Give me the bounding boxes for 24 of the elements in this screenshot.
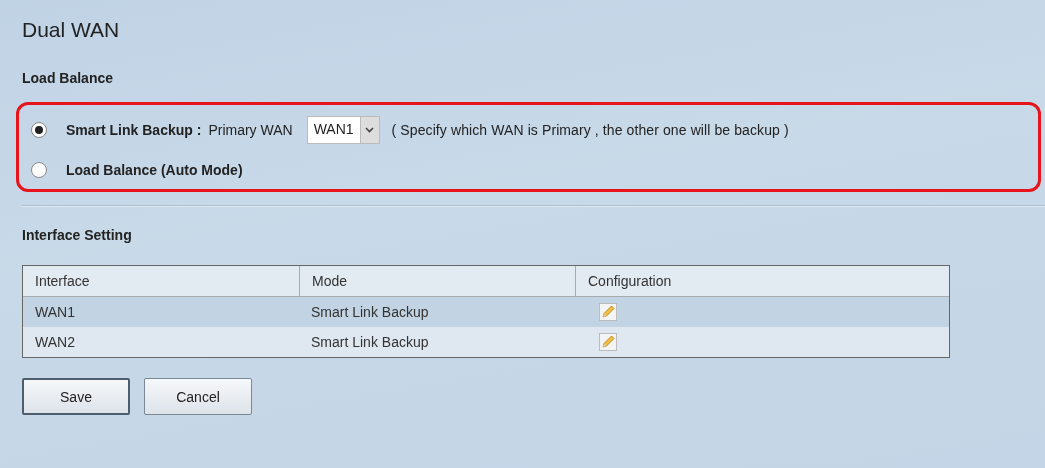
primary-wan-select[interactable]: WAN1 <box>306 116 380 144</box>
action-button[interactable]: Cancel <box>144 378 252 415</box>
table-row[interactable]: WAN2 Smart Link Backup <box>23 327 949 357</box>
field-label: Primary WAN <box>208 122 293 138</box>
chevron-down-icon <box>365 127 375 133</box>
option-label: Smart Link Backup : <box>66 122 202 138</box>
table-cell-text: Smart Link Backup <box>310 304 430 320</box>
page-title: Dual WAN <box>22 18 121 43</box>
table-cell-text: WAN2 <box>34 334 76 350</box>
table-cell-text: WAN1 <box>34 304 76 320</box>
radio-button[interactable] <box>31 122 47 138</box>
edit-icon[interactable] <box>599 303 617 321</box>
section-heading: Load Balance <box>22 70 115 88</box>
edit-icon[interactable] <box>599 333 617 351</box>
column-header: Interface <box>34 273 91 289</box>
column-header: Configuration <box>575 266 949 296</box>
table-row[interactable]: WAN1 Smart Link Backup <box>23 297 949 327</box>
table-cell-text: Smart Link Backup <box>310 334 430 350</box>
column-header: Mode <box>299 266 575 296</box>
action-button[interactable]: Save <box>22 378 130 415</box>
option-label: Load Balance (Auto Mode) <box>66 162 243 178</box>
hint-text: ( Specify which WAN is Primary , the other one will be backup ) <box>391 122 789 138</box>
radio-button[interactable] <box>31 162 47 178</box>
section-heading: Interface Setting <box>22 227 133 245</box>
